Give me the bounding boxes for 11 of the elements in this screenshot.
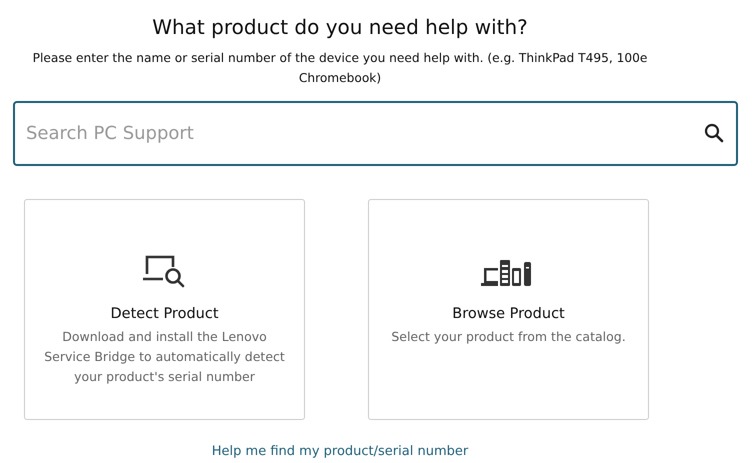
option-card[interactable]: Detect Product Download and install the Lenovo Service Bridge to automatically detect your product's serial number [24, 199, 305, 420]
help-link[interactable]: Help me find my product/serial number [212, 444, 468, 459]
card-title: Detect Product [110, 306, 218, 322]
card-description: Download and install the Lenovo Service Bridge to automatically detect your product's serial number [43, 328, 286, 386]
card-description: Select your product from the catalog. [390, 328, 627, 346]
search-field[interactable]: Search PC Support [13, 101, 738, 166]
search-icon[interactable] [704, 123, 724, 143]
option-card[interactable]: Browse Product Select your product from the catalog. [368, 199, 649, 420]
instructions-text: Please enter the name or serial number of the device you need help with. (e.g. ThinkPad T495, 100e Chromebook) [32, 50, 648, 87]
card-title: Browse Product [452, 306, 565, 322]
page-heading: What product do you need help with? [151, 14, 529, 41]
